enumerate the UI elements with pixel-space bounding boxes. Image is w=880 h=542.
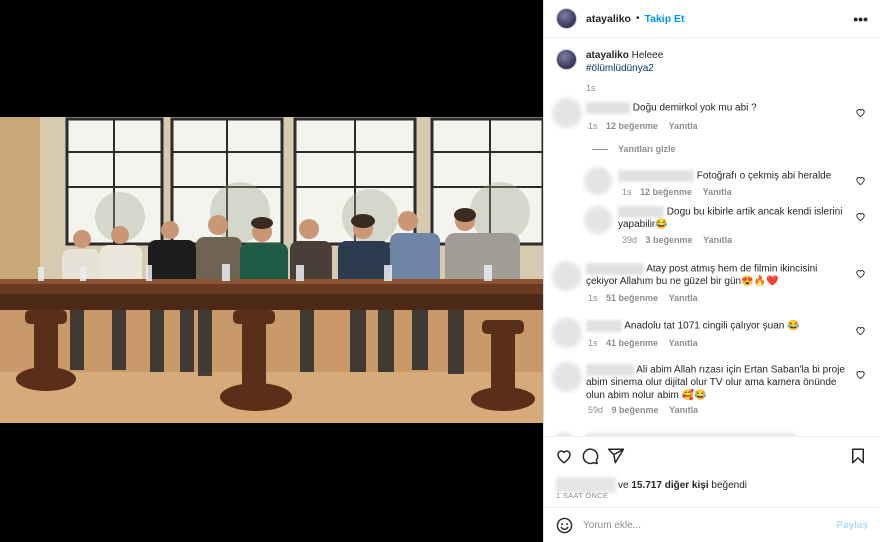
add-comment-bar: Paylaş — [544, 507, 880, 542]
likes-prefix: ve — [618, 479, 629, 491]
avatar[interactable] — [584, 206, 612, 234]
comment-meta: 59d 9 beğenme Yanıtla — [588, 405, 698, 415]
more-options-icon[interactable]: ••• — [853, 11, 868, 27]
post-comment-button[interactable]: Paylaş — [836, 520, 868, 531]
comments-scroll-area[interactable]: atayaliko Heleee #ölümlüdünya2 1s Doğu d… — [544, 39, 880, 436]
comment-time: 59d — [588, 405, 604, 415]
comment-likes[interactable]: 9 beğenme — [612, 405, 659, 415]
post-side-panel: atayaliko • Takip Et ••• atayaliko Helee… — [543, 0, 880, 542]
comment-icon[interactable] — [581, 447, 599, 465]
follow-button[interactable]: Takip Et — [644, 13, 684, 25]
comment-username[interactable] — [586, 364, 634, 376]
reply-button[interactable]: Yanıtla — [669, 405, 698, 415]
comment-likes[interactable]: 12 beğenme — [606, 121, 658, 131]
caption-username[interactable]: atayaliko — [586, 50, 629, 61]
comment-meta: 1s 51 beğenme Yanıtla — [588, 293, 698, 303]
comment-time: 1s — [588, 121, 598, 131]
reply-item: Fotoğrafı o çekmiş abi heralde 1s 12 beğ… — [544, 165, 880, 200]
comment-username[interactable] — [586, 320, 622, 332]
avatar[interactable] — [584, 167, 612, 195]
comment-username[interactable] — [586, 102, 630, 114]
comment-username[interactable] — [586, 263, 644, 275]
reply-button[interactable]: Yanıtla — [669, 293, 698, 303]
heart-icon[interactable] — [855, 175, 866, 186]
emoji-icon[interactable] — [556, 517, 573, 534]
comment-time: 1s — [622, 187, 632, 197]
reply-button[interactable]: Yanıtla — [703, 235, 732, 245]
reply-button[interactable]: Yanıtla — [669, 338, 698, 348]
hide-replies-line — [592, 149, 608, 150]
avatar[interactable] — [556, 49, 577, 70]
hide-replies-button[interactable]: Yanıtları gizle — [618, 144, 676, 154]
comment-text: Fotoğrafı o çekmiş abi heralde — [696, 170, 832, 182]
comment-likes[interactable]: 41 beğenme — [606, 338, 658, 348]
comment-input[interactable] — [583, 519, 837, 531]
heart-icon[interactable] — [855, 107, 866, 118]
reply-item: Dogu bu kibirle artik ancak kendi isleri… — [544, 204, 880, 246]
avatar[interactable] — [552, 318, 582, 348]
comment-meta: 39d 3 beğenme Yanıtla — [622, 235, 732, 245]
caption-text: Heleee — [631, 50, 664, 61]
username-link[interactable]: atayaliko — [586, 13, 631, 25]
comment-item: Anadolu tat 1071 cingili çalıyor şuan 😂 … — [544, 316, 880, 352]
comment-time: 1s — [588, 338, 598, 348]
heart-icon[interactable] — [555, 447, 573, 465]
likes-suffix: beğendi — [711, 479, 747, 491]
separator-dot: • — [635, 13, 640, 24]
likes-count[interactable]: 15.717 diğer kişi — [631, 480, 708, 491]
comment-likes[interactable]: 51 beğenme — [606, 293, 658, 303]
comment-item: Ali abim Allah rızası için Ertan Saban'l… — [544, 360, 880, 420]
comment-likes[interactable]: 12 beğenme — [640, 187, 692, 197]
comment-item: Atay post atmış hem de filmin ikincisini… — [544, 259, 880, 307]
heart-icon[interactable] — [855, 369, 866, 380]
heart-icon[interactable] — [855, 268, 866, 279]
instagram-post-window: atayaliko • Takip Et ••• atayaliko Helee… — [0, 0, 880, 542]
reply-button[interactable]: Yanıtla — [703, 187, 732, 197]
comment-username[interactable] — [618, 170, 694, 182]
comment-likes[interactable]: 3 beğenme — [646, 235, 693, 245]
caption-hashtag[interactable]: #ölümlüdünya2 — [586, 62, 663, 75]
comment-meta: 1s 41 beğenme Yanıtla — [588, 338, 698, 348]
caption: atayaliko Heleee #ölümlüdünya2 1s — [544, 39, 880, 95]
comment-text: Anadolu tat 1071 cingili çalıyor şuan 😂 — [624, 320, 800, 332]
post-media — [0, 0, 543, 542]
heart-icon[interactable] — [855, 325, 866, 336]
comment-item: Doğu demirkol yok mu abi ? 1s 12 beğenme… — [544, 96, 880, 136]
comment-time: 39d — [622, 235, 638, 245]
heart-icon[interactable] — [855, 211, 866, 222]
bookmark-icon[interactable] — [849, 447, 867, 465]
comment-meta: 1s 12 beğenme Yanıtla — [622, 187, 732, 197]
comment-username[interactable] — [618, 206, 664, 218]
share-icon[interactable] — [607, 447, 625, 465]
comment-time: 1s — [588, 293, 598, 303]
post-header: atayaliko • Takip Et ••• — [544, 0, 880, 38]
avatar[interactable] — [552, 98, 582, 128]
avatar[interactable] — [556, 8, 577, 29]
post-timestamp[interactable]: 1 SAAT ÖNCE — [556, 491, 608, 500]
comment-text: Doğu demirkol yok mu abi ? — [632, 102, 757, 114]
post-photo[interactable] — [0, 117, 543, 423]
caption-time: 1s — [586, 83, 596, 93]
avatar[interactable] — [552, 362, 582, 392]
reply-button[interactable]: Yanıtla — [669, 121, 698, 131]
comment-meta: 1s 12 beğenme Yanıtla — [588, 121, 698, 131]
avatar[interactable] — [552, 261, 582, 291]
